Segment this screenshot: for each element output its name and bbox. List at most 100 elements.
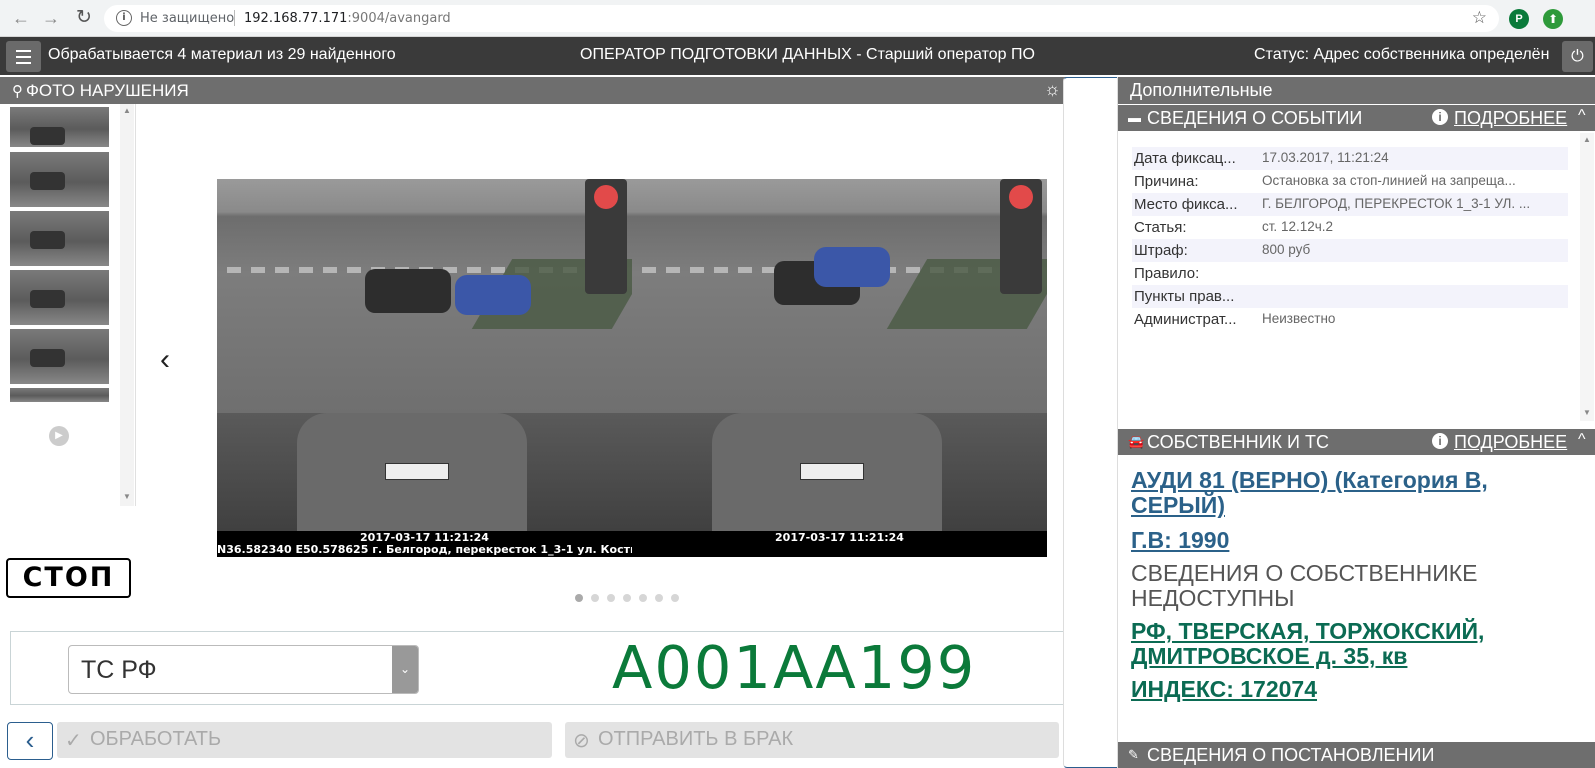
event-row: Штраф: 800 руб — [1132, 239, 1568, 262]
event-more-link[interactable]: ПОДРОБНЕЕ — [1454, 108, 1567, 129]
scroll-down-icon[interactable]: ▼ — [1583, 408, 1591, 417]
event-row-value: Г. БЕЛГОРОД, ПЕРЕКРЕСТОК 1_3-1 УЛ. ... — [1262, 196, 1531, 211]
owner-more-link[interactable]: ПОДРОБНЕЕ — [1454, 432, 1567, 453]
carousel-dot[interactable] — [591, 594, 599, 602]
license-plate-closeup — [385, 463, 449, 480]
event-row-key: Пункты прав... — [1134, 288, 1235, 305]
brightness-icon[interactable]: ☼ — [1044, 79, 1061, 100]
photo-caption: 2017-03-17 11:21:24 — [632, 531, 1047, 557]
hamburger-icon-bar — [16, 56, 31, 58]
photo-caption: 2017-03-17 11:21:24 N36.582340 E50.57862… — [217, 531, 905, 557]
event-section-header[interactable]: ▬ СВЕДЕНИЯ О СОБЫТИИ i ПОДРОБНЕЕ ^ — [1118, 105, 1595, 131]
info-icon[interactable]: i — [116, 10, 132, 26]
chevron-up-icon[interactable]: ^ — [1578, 431, 1586, 449]
owner-unavailable-text: СВЕДЕНИЯ О СОБСТВЕННИКЕ НЕДОСТУПНЫ — [1131, 560, 1478, 611]
thumbnail[interactable] — [10, 329, 109, 384]
photo-frame: 2017-03-17 11:21:24 N36.582340 E50.57862… — [217, 179, 905, 557]
event-row-value: Остановка за стоп-линией на запреща... — [1262, 173, 1516, 188]
vehicle-link[interactable]: АУДИ 81 (ВЕРНО) (Категория В, СЕРЫЙ) — [1131, 468, 1581, 518]
carousel-dot[interactable] — [655, 594, 663, 602]
thumbnail-strip: ▶ ▲ ▼ — [0, 104, 136, 506]
process-button[interactable]: ✓ ОБРАБОТАТЬ — [57, 722, 552, 758]
event-row-key: Статья: — [1134, 219, 1187, 236]
carousel-dot[interactable] — [671, 594, 679, 602]
thumbnail-scrollbar[interactable] — [120, 104, 134, 506]
thumbnail[interactable] — [10, 211, 109, 266]
resolution-section-header[interactable]: ✎ СВЕДЕНИЯ О ПОСТАНОВЛЕНИИ — [1118, 742, 1595, 768]
owner-section-header[interactable]: 🚘 СОБСТВЕННИК И ТС i ПОДРОБНЕЕ ^ — [1118, 429, 1595, 455]
carousel-dot[interactable] — [575, 594, 583, 602]
event-row-key: Правило: — [1134, 265, 1200, 282]
role-text: ОПЕРАТОР ПОДГОТОВКИ ДАННЫХ - Старший опе… — [580, 46, 1035, 63]
event-row-key: Причина: — [1134, 173, 1199, 190]
vehicle-type-select[interactable]: ТС РФ ⌄ — [68, 645, 419, 694]
process-label: ОБРАБОТАТЬ — [90, 728, 222, 750]
app-header: Обрабатывается 4 материал из 29 найденно… — [0, 37, 1595, 75]
plate-number[interactable]: А001АА199 — [612, 632, 976, 704]
url-host: 192.168.77.171 — [244, 11, 348, 26]
car-icon: 🚘 — [1128, 434, 1145, 449]
car — [365, 269, 451, 313]
prev-photo-icon[interactable]: ‹ — [160, 343, 170, 377]
progress-text: Обрабатывается 4 материал из 29 найденно… — [48, 46, 396, 63]
carousel-dot[interactable] — [607, 594, 615, 602]
traffic-light — [1000, 179, 1042, 294]
event-row-value: 17.03.2017, 11:21:24 — [1262, 150, 1389, 165]
event-row-key: Штраф: — [1134, 242, 1188, 259]
play-icon[interactable]: ▶ — [49, 426, 69, 446]
carousel-dot[interactable] — [639, 594, 647, 602]
photo-timestamp: 2017-03-17 11:21:24 — [775, 531, 904, 544]
vehicle-type-value: ТС РФ — [81, 656, 157, 684]
resolution-section-title: СВЕДЕНИЯ О ПОСТАНОВЛЕНИИ — [1147, 745, 1435, 765]
event-row-value: Неизвестно — [1262, 311, 1336, 326]
power-icon[interactable]: ⏻ — [1562, 41, 1593, 72]
thumbnail[interactable] — [10, 152, 109, 207]
violation-photo[interactable]: 2017-03-17 11:21:24 N36.582340 E50.57862… — [217, 179, 1047, 557]
chevron-down-icon[interactable]: ⌄ — [392, 646, 418, 693]
bookmark-star-icon[interactable]: ☆ — [1472, 8, 1487, 28]
car — [455, 275, 531, 315]
photo-location: N36.582340 E50.578625 г. Белгород, перек… — [217, 543, 905, 556]
scroll-up-icon[interactable]: ▲ — [123, 106, 131, 115]
license-plate-closeup — [800, 463, 864, 480]
carousel-dot[interactable] — [623, 594, 631, 602]
thumbnail[interactable] — [10, 388, 109, 402]
hamburger-icon-bar — [16, 62, 31, 64]
url-text[interactable]: 192.168.77.171:9004/avangard — [244, 11, 451, 26]
reject-button[interactable]: ⊘ ОТПРАВИТЬ В БРАК — [565, 722, 1059, 758]
year-link[interactable]: Г.В: 1990 — [1131, 528, 1581, 553]
stop-line-image: СТОП — [6, 558, 131, 598]
event-scrollbar[interactable]: ▲ ▼ — [1580, 133, 1594, 421]
profile-avatar[interactable]: P — [1509, 9, 1529, 29]
address-bar[interactable]: i Не защищено 192.168.77.171:9004/avanga… — [104, 5, 1499, 32]
address-link[interactable]: РФ, ТВЕРСКАЯ, ТОРЖОКСКИЙ, ДМИТРОВСКОЕ д.… — [1131, 619, 1581, 669]
status-text: Статус: Адрес собственника определён — [1254, 46, 1550, 63]
hamburger-icon — [16, 50, 31, 52]
back-icon[interactable]: ← — [10, 7, 32, 29]
event-row: Администрат... Неизвестно — [1132, 308, 1568, 331]
thumbnail[interactable] — [10, 270, 109, 325]
scroll-up-icon[interactable]: ▲ — [1583, 135, 1591, 144]
event-row: Причина: Остановка за стоп-линией на запр… — [1132, 170, 1568, 193]
event-row: Место фикса... Г. БЕЛГОРОД, ПЕРЕКРЕСТОК 1… — [1132, 193, 1568, 216]
thumbnail[interactable] — [10, 107, 109, 147]
folder-icon: ▬ — [1128, 110, 1141, 125]
previous-material-button[interactable]: ‹ — [7, 722, 53, 760]
browser-toolbar: ← → ↻ i Не защищено 192.168.77.171:9004/… — [0, 0, 1595, 37]
photo-section-title: ФОТО НАРУШЕНИЯ — [26, 81, 189, 100]
event-row: Правило: — [1132, 262, 1568, 285]
forward-icon[interactable]: → — [40, 7, 62, 29]
scroll-down-icon[interactable]: ▼ — [123, 492, 131, 501]
index-link[interactable]: ИНДЕКС: 172074 — [1131, 677, 1581, 702]
menu-button[interactable] — [6, 41, 41, 72]
event-section-title: СВЕДЕНИЯ О СОБЫТИИ — [1147, 108, 1363, 128]
car — [814, 247, 890, 287]
reject-label: ОТПРАВИТЬ В БРАК — [598, 728, 794, 750]
chevron-up-icon[interactable]: ^ — [1578, 107, 1586, 125]
url-path: :9004/avangard — [347, 11, 451, 26]
check-icon: ✓ — [65, 730, 82, 752]
extension-icon[interactable]: ⬆ — [1543, 9, 1563, 29]
event-details-table: Дата фиксац... 17.03.2017, 11:21:24 Причин… — [1132, 147, 1568, 331]
info-panel: Дополнительные ▬ СВЕДЕНИЯ О СОБЫТИИ i ПО… — [1117, 77, 1595, 768]
reload-icon[interactable]: ↻ — [73, 7, 95, 29]
